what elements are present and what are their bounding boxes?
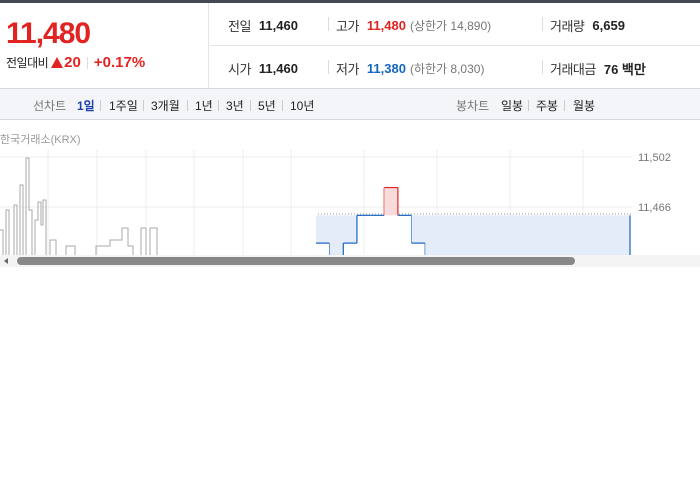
quote-stats: 전일 11,460 고가 11,480 (상한가 14,890) 거래량 6,6… bbox=[210, 3, 700, 88]
stat-open: 시가 11,460 bbox=[228, 59, 298, 78]
scroll-left-icon[interactable] bbox=[4, 258, 8, 264]
chart-scrollbar[interactable] bbox=[0, 255, 700, 267]
y-tick-label: 11,502 bbox=[638, 152, 671, 164]
area-fill bbox=[343, 215, 357, 244]
y-tick-label: 11,466 bbox=[638, 202, 671, 214]
area-fill bbox=[384, 187, 398, 216]
area-fill bbox=[616, 215, 630, 256]
stat-value: 76 백만 bbox=[603, 62, 646, 77]
tab-3m[interactable]: 3개월 bbox=[151, 97, 180, 114]
area-fill bbox=[589, 215, 603, 256]
stat-label: 전일 bbox=[228, 19, 251, 34]
divider bbox=[143, 100, 144, 111]
divider bbox=[564, 100, 565, 111]
divider bbox=[328, 60, 329, 74]
area-fill bbox=[466, 215, 480, 256]
stat-value: 11,460 bbox=[258, 61, 298, 76]
stat-label: 거래량 bbox=[550, 19, 585, 34]
tab-1d[interactable]: 1일 bbox=[77, 97, 95, 114]
divider bbox=[328, 17, 329, 31]
divider bbox=[250, 100, 251, 111]
area-fill bbox=[493, 215, 508, 256]
divider bbox=[528, 100, 529, 111]
stat-value: 11,380 bbox=[366, 61, 406, 76]
area-fill bbox=[561, 215, 576, 256]
line-chart-label: 선차트 bbox=[33, 99, 67, 113]
area-fill bbox=[520, 215, 535, 256]
stat-label: 고가 bbox=[336, 19, 359, 34]
stat-value: 11,460 bbox=[258, 18, 298, 33]
change-row: 전일대비 20 +0.17% bbox=[6, 54, 145, 71]
price-chart: 11,502 11,466 bbox=[0, 150, 700, 256]
stat-low: 저가 11,380 (하한가 8,030) bbox=[336, 59, 484, 78]
stat-value: 6,659 bbox=[592, 18, 625, 33]
stat-label: 거래대금 bbox=[550, 62, 596, 77]
tab-10y[interactable]: 10년 bbox=[290, 97, 314, 114]
area-fill bbox=[575, 215, 590, 256]
divider bbox=[218, 100, 219, 111]
change-percent: +0.17% bbox=[93, 54, 146, 71]
stat-prev-close: 전일 11,460 bbox=[228, 16, 298, 35]
chart-period-tabs: 선차트 1일 1주일 3개월 1년 3년 5년 10년 봉차트 일봉 주봉 월봉 bbox=[0, 88, 700, 120]
chart-source: 한국거래소(KRX) bbox=[0, 134, 81, 146]
tab-3y[interactable]: 3년 bbox=[226, 97, 244, 114]
area-fill bbox=[438, 215, 453, 256]
candle-chart-label: 봉차트 bbox=[456, 99, 490, 113]
tab-1w[interactable]: 1주일 bbox=[109, 97, 138, 114]
area-fill bbox=[316, 215, 330, 244]
stat-trade-amount: 거래대금 76 백만 bbox=[550, 59, 646, 78]
tab-monthly-candle[interactable]: 월봉 bbox=[573, 97, 595, 114]
stat-sub: (상한가 14,890) bbox=[409, 19, 492, 33]
tab-daily-candle[interactable]: 일봉 bbox=[501, 97, 523, 114]
area-fill bbox=[534, 215, 549, 256]
divider bbox=[282, 100, 283, 111]
price-summary: 11,480 전일대비 20 +0.17% bbox=[0, 3, 209, 88]
stat-label: 저가 bbox=[336, 62, 359, 77]
current-price: 11,480 bbox=[6, 17, 91, 50]
stat-value: 11,480 bbox=[366, 18, 406, 33]
stat-volume: 거래량 6,659 bbox=[550, 16, 625, 35]
up-triangle-icon bbox=[51, 57, 64, 68]
divider bbox=[542, 17, 543, 31]
stat-label: 시가 bbox=[228, 62, 251, 77]
stat-sub: (하한가 8,030) bbox=[409, 62, 485, 76]
scrollbar-thumb[interactable] bbox=[17, 257, 575, 265]
change-value: 20 bbox=[64, 54, 81, 71]
area-fill bbox=[479, 215, 494, 256]
area-fill bbox=[411, 215, 426, 244]
divider bbox=[542, 60, 543, 74]
tab-1y[interactable]: 1년 bbox=[195, 97, 213, 114]
area-fill bbox=[425, 215, 439, 256]
change-label: 전일대비 bbox=[6, 56, 49, 70]
area-fill bbox=[507, 215, 521, 256]
stat-high: 고가 11,480 (상한가 14,890) bbox=[336, 16, 491, 35]
tab-weekly-candle[interactable]: 주봉 bbox=[536, 97, 558, 114]
divider bbox=[187, 100, 188, 111]
divider bbox=[86, 56, 88, 69]
area-fill bbox=[548, 215, 562, 256]
area-fill bbox=[452, 215, 467, 256]
area-fill bbox=[602, 215, 617, 256]
area-fill bbox=[329, 215, 344, 256]
divider bbox=[100, 100, 101, 111]
tab-5y[interactable]: 5년 bbox=[258, 97, 276, 114]
divider bbox=[210, 45, 700, 46]
